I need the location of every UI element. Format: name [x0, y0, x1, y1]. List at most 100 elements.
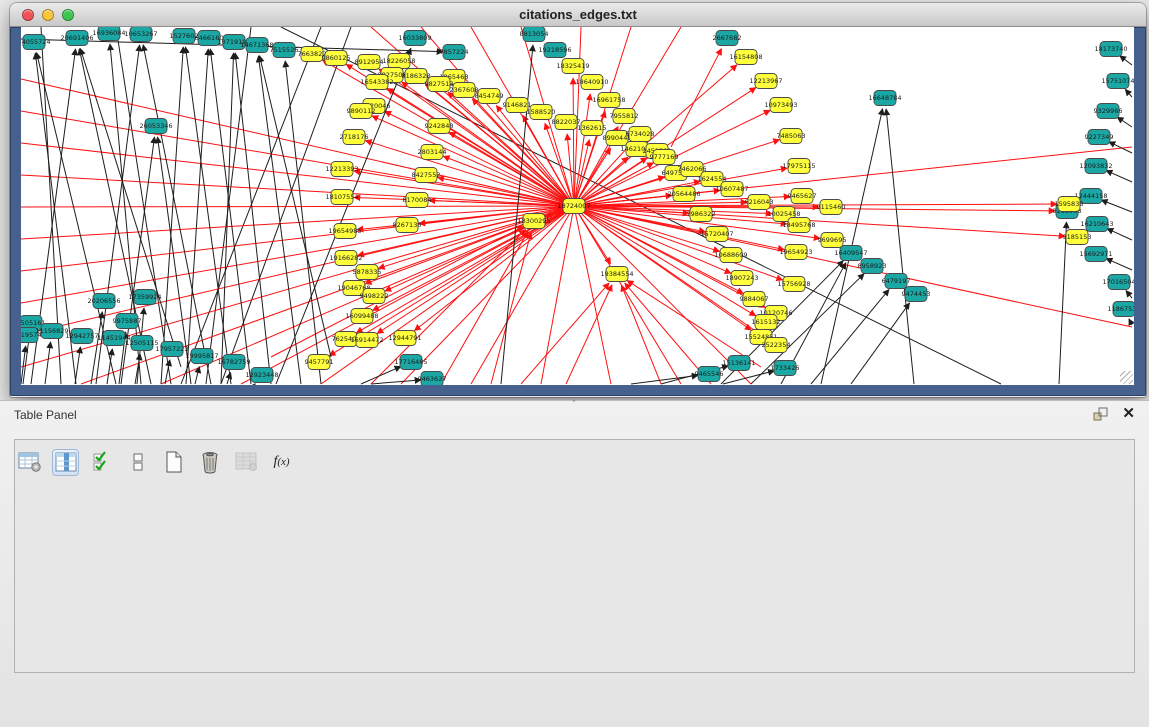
graph-node[interactable]: 18226058	[382, 54, 415, 69]
graph-node[interactable]: 9777169	[650, 150, 679, 165]
graph-node[interactable]: 7485063	[777, 129, 806, 144]
graph-node[interactable]: 8813054	[520, 27, 549, 42]
graph-edge[interactable]	[1106, 258, 1132, 270]
graph-node[interactable]: 16099488	[345, 309, 378, 324]
graph-node[interactable]: 19654985	[328, 224, 361, 239]
graph-node[interactable]: 12213967	[749, 74, 782, 89]
graph-node[interactable]: 7986322	[687, 207, 716, 222]
graph-edge[interactable]	[210, 49, 251, 384]
graph-node[interactable]: 1733426	[771, 361, 800, 376]
network-window[interactable]: citations_edges.txt 14055724 206914061693…	[10, 3, 1146, 397]
graph-node[interactable]: 9975887	[113, 314, 142, 329]
graph-edge[interactable]	[851, 303, 910, 384]
graph-node[interactable]: 2718176	[340, 130, 369, 145]
graph-edge[interactable]	[185, 47, 231, 384]
graph-node[interactable]: 17975115	[782, 159, 815, 174]
row-options-icon[interactable]	[124, 449, 151, 476]
graph-node[interactable]: 9227349	[1085, 130, 1114, 145]
show-columns-icon[interactable]	[52, 449, 79, 476]
graph-node[interactable]: 2803144	[418, 145, 447, 160]
graph-node[interactable]: 10688609	[714, 248, 747, 263]
graph-edge[interactable]	[21, 206, 574, 207]
graph-node[interactable]: 9860125	[322, 51, 351, 66]
graph-edge[interactable]	[161, 47, 183, 384]
table-settings-icon[interactable]	[16, 449, 43, 476]
graph-node[interactable]: 9498222	[360, 289, 389, 304]
graph-node[interactable]: 20691406	[60, 31, 93, 46]
graph-node[interactable]: 7857224	[440, 45, 469, 60]
graph-node[interactable]: 8427552	[412, 168, 441, 183]
graph-node[interactable]: 5878335	[353, 265, 382, 280]
graph-edge[interactable]	[75, 347, 80, 384]
graph-edge[interactable]	[621, 285, 661, 384]
graph-node[interactable]: 15751074	[1101, 74, 1134, 89]
graph-node[interactable]: 8822037	[552, 115, 581, 130]
graph-node[interactable]: 26053346	[139, 119, 172, 134]
graph-edge[interactable]	[627, 281, 761, 367]
graph-edge[interactable]	[1129, 319, 1132, 325]
graph-node[interactable]: 9242848	[425, 119, 454, 134]
graph-edge[interactable]	[186, 49, 208, 384]
graph-edge[interactable]	[521, 283, 609, 384]
graph-node[interactable]: 8912954	[355, 55, 384, 70]
graph-node[interactable]: 16936084	[92, 27, 125, 41]
graph-node[interactable]: 15756928	[777, 277, 810, 292]
resize-grip-icon[interactable]	[1120, 371, 1133, 384]
graph-edge[interactable]	[361, 366, 401, 384]
graph-node[interactable]: 9474453	[902, 287, 931, 302]
graph-node[interactable]: 9115460	[817, 200, 846, 215]
graph-node[interactable]: 17957223	[155, 342, 188, 357]
graph-node[interactable]: 1615132	[752, 315, 781, 330]
graph-node[interactable]: 10653267	[124, 27, 157, 42]
graph-node[interactable]: 9465627	[788, 189, 817, 204]
graph-node[interactable]: 19218596	[538, 43, 571, 58]
graph-edge[interactable]	[371, 380, 421, 384]
graph-node[interactable]: 6216043	[745, 195, 774, 210]
graph-node[interactable]: 11867533	[1107, 302, 1134, 317]
graph-node[interactable]: 9699695	[818, 233, 847, 248]
graph-edge[interactable]	[45, 342, 51, 384]
graph-node[interactable]: 20206556	[87, 294, 120, 309]
graph-node[interactable]: 19654923	[779, 245, 812, 260]
graph-edge[interactable]	[1107, 229, 1132, 240]
graph-edge[interactable]	[671, 49, 722, 147]
graph-node[interactable]: 19166282	[329, 251, 362, 266]
graph-node[interactable]: 9884067	[740, 292, 769, 307]
new-table-icon[interactable]	[160, 449, 187, 476]
graph-node[interactable]: 2667682	[713, 31, 742, 46]
import-table-icon[interactable]	[232, 449, 259, 476]
graph-edge[interactable]	[143, 45, 211, 384]
graph-edge[interactable]	[886, 109, 914, 384]
graph-edge[interactable]	[258, 56, 301, 384]
graph-node[interactable]: 14055724	[21, 35, 51, 50]
graph-edge[interactable]	[221, 53, 234, 384]
graph-node[interactable]: 9457791	[305, 355, 334, 370]
graph-edge[interactable]	[566, 285, 612, 384]
delete-table-icon[interactable]	[196, 449, 223, 476]
graph-edge[interactable]	[372, 116, 574, 206]
graph-edge[interactable]	[541, 206, 574, 384]
graph-node[interactable]: 7515526	[270, 43, 299, 58]
graph-edge[interactable]	[573, 78, 574, 206]
graph-edge[interactable]	[1125, 89, 1132, 97]
graph-edge[interactable]	[21, 206, 574, 239]
graph-node[interactable]: 18640910	[575, 75, 608, 90]
graph-edge[interactable]	[181, 27, 321, 384]
graph-edge[interactable]	[574, 206, 681, 384]
graph-node[interactable]: 17016504	[1102, 275, 1134, 290]
close-panel-icon[interactable]: ✕	[1122, 406, 1135, 422]
network-window-titlebar[interactable]: citations_edges.txt	[10, 3, 1146, 27]
graph-edge[interactable]	[1120, 56, 1132, 65]
graph-node[interactable]: 16154808	[729, 50, 762, 65]
graph-edge[interactable]	[1101, 200, 1132, 212]
graph-node[interactable]: 8454749	[475, 89, 504, 104]
graph-node[interactable]: 9329966	[1094, 104, 1123, 119]
graph-node[interactable]: 7955812	[610, 109, 639, 124]
graph-node[interactable]: 6734028	[626, 127, 655, 142]
float-panel-icon[interactable]	[1093, 407, 1108, 421]
citation-graph[interactable]: 1405572420691406169360841065326715276026…	[21, 27, 1134, 385]
graph-node[interactable]: 1595838	[1055, 197, 1084, 212]
network-canvas[interactable]: 1405572420691406169360841065326715276026…	[21, 27, 1134, 385]
function-builder-icon[interactable]: f(x)	[268, 449, 295, 476]
graph-node[interactable]: 2522354	[762, 338, 791, 353]
